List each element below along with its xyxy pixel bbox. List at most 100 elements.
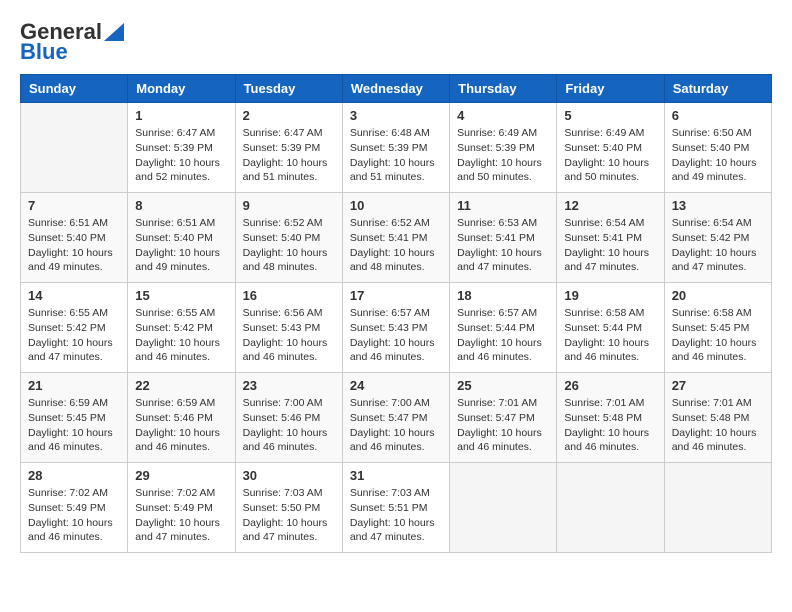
day-info: Sunrise: 6:55 AM Sunset: 5:42 PM Dayligh… [28, 306, 120, 365]
logo-text-blue: Blue [20, 40, 68, 64]
calendar-cell: 31Sunrise: 7:03 AM Sunset: 5:51 PM Dayli… [342, 463, 449, 553]
day-number: 1 [135, 108, 227, 123]
day-number: 22 [135, 378, 227, 393]
calendar-week-row: 1 Sunrise: 6:47 AM Sunset: 5:39 PM Daylig… [21, 103, 772, 193]
day-number: 12 [564, 198, 656, 213]
day-info: Sunrise: 6:56 AM Sunset: 5:43 PM Dayligh… [243, 306, 335, 365]
day-of-week-header: Thursday [450, 75, 557, 103]
day-info: Sunrise: 6:55 AM Sunset: 5:42 PM Dayligh… [135, 306, 227, 365]
calendar-cell: 29 Sunrise: 7:02 AM Sunset: 5:49 PM Dayli… [128, 463, 235, 553]
day-number: 17 [350, 288, 442, 303]
day-number: 14 [28, 288, 120, 303]
day-number: 25 [457, 378, 549, 393]
calendar-cell: 9 Sunrise: 6:52 AM Sunset: 5:40 PM Daylig… [235, 193, 342, 283]
day-number: 24 [350, 378, 442, 393]
day-number: 8 [135, 198, 227, 213]
day-info: Sunrise: 7:01 AM Sunset: 5:48 PM Dayligh… [672, 396, 764, 455]
calendar-table: SundayMondayTuesdayWednesdayThursdayFrid… [20, 74, 772, 553]
day-number: 5 [564, 108, 656, 123]
day-number: 19 [564, 288, 656, 303]
calendar-week-row: 14 Sunrise: 6:55 AM Sunset: 5:42 PM Dayli… [21, 283, 772, 373]
day-info: Sunrise: 6:49 AM Sunset: 5:40 PM Dayligh… [564, 126, 656, 185]
logo-icon [104, 19, 124, 41]
day-info: Sunrise: 6:51 AM Sunset: 5:40 PM Dayligh… [135, 216, 227, 275]
day-of-week-header: Saturday [664, 75, 771, 103]
calendar-cell: 20 Sunrise: 6:58 AM Sunset: 5:45 PM Dayli… [664, 283, 771, 373]
calendar-cell: 24 Sunrise: 7:00 AM Sunset: 5:47 PM Dayli… [342, 373, 449, 463]
calendar-cell: 19Sunrise: 6:58 AM Sunset: 5:44 PM Dayli… [557, 283, 664, 373]
day-info: Sunrise: 6:58 AM Sunset: 5:45 PM Dayligh… [672, 306, 764, 365]
day-info: Sunrise: 6:47 AM Sunset: 5:39 PM Dayligh… [135, 126, 227, 185]
calendar-cell: 7 Sunrise: 6:51 AM Sunset: 5:40 PM Daylig… [21, 193, 128, 283]
calendar-cell: 22Sunrise: 6:59 AM Sunset: 5:46 PM Dayli… [128, 373, 235, 463]
day-info: Sunrise: 6:53 AM Sunset: 5:41 PM Dayligh… [457, 216, 549, 275]
day-number: 18 [457, 288, 549, 303]
calendar-cell: 12 Sunrise: 6:54 AM Sunset: 5:41 PM Dayli… [557, 193, 664, 283]
day-number: 30 [243, 468, 335, 483]
day-number: 21 [28, 378, 120, 393]
day-number: 29 [135, 468, 227, 483]
day-info: Sunrise: 7:02 AM Sunset: 5:49 PM Dayligh… [135, 486, 227, 545]
day-number: 20 [672, 288, 764, 303]
day-info: Sunrise: 7:03 AM Sunset: 5:50 PM Dayligh… [243, 486, 335, 545]
day-number: 15 [135, 288, 227, 303]
day-number: 16 [243, 288, 335, 303]
day-number: 6 [672, 108, 764, 123]
day-number: 3 [350, 108, 442, 123]
day-number: 28 [28, 468, 120, 483]
day-number: 31 [350, 468, 442, 483]
calendar-cell: 25 Sunrise: 7:01 AM Sunset: 5:47 PM Dayli… [450, 373, 557, 463]
day-info: Sunrise: 7:00 AM Sunset: 5:46 PM Dayligh… [243, 396, 335, 455]
calendar-week-row: 7 Sunrise: 6:51 AM Sunset: 5:40 PM Daylig… [21, 193, 772, 283]
calendar-cell: 6 Sunrise: 6:50 AM Sunset: 5:40 PM Daylig… [664, 103, 771, 193]
day-of-week-header: Sunday [21, 75, 128, 103]
day-info: Sunrise: 6:51 AM Sunset: 5:40 PM Dayligh… [28, 216, 120, 275]
day-number: 7 [28, 198, 120, 213]
day-number: 9 [243, 198, 335, 213]
calendar-cell: 4 Sunrise: 6:49 AM Sunset: 5:39 PM Daylig… [450, 103, 557, 193]
day-info: Sunrise: 6:47 AM Sunset: 5:39 PM Dayligh… [243, 126, 335, 185]
day-info: Sunrise: 6:59 AM Sunset: 5:45 PM Dayligh… [28, 396, 120, 455]
day-number: 4 [457, 108, 549, 123]
calendar-cell: 13Sunrise: 6:54 AM Sunset: 5:42 PM Dayli… [664, 193, 771, 283]
day-number: 2 [243, 108, 335, 123]
calendar-cell: 16 Sunrise: 6:56 AM Sunset: 5:43 PM Dayli… [235, 283, 342, 373]
calendar-header-row: SundayMondayTuesdayWednesdayThursdayFrid… [21, 75, 772, 103]
calendar-cell [557, 463, 664, 553]
calendar-week-row: 28 Sunrise: 7:02 AM Sunset: 5:49 PM Dayli… [21, 463, 772, 553]
calendar-cell: 2 Sunrise: 6:47 AM Sunset: 5:39 PM Daylig… [235, 103, 342, 193]
day-info: Sunrise: 7:02 AM Sunset: 5:49 PM Dayligh… [28, 486, 120, 545]
day-info: Sunrise: 7:01 AM Sunset: 5:48 PM Dayligh… [564, 396, 656, 455]
day-info: Sunrise: 6:50 AM Sunset: 5:40 PM Dayligh… [672, 126, 764, 185]
day-number: 23 [243, 378, 335, 393]
calendar-cell: 26 Sunrise: 7:01 AM Sunset: 5:48 PM Dayli… [557, 373, 664, 463]
day-number: 13 [672, 198, 764, 213]
logo: General Blue [20, 20, 124, 64]
day-number: 27 [672, 378, 764, 393]
day-info: Sunrise: 6:49 AM Sunset: 5:39 PM Dayligh… [457, 126, 549, 185]
calendar-cell [450, 463, 557, 553]
calendar-cell: 28 Sunrise: 7:02 AM Sunset: 5:49 PM Dayli… [21, 463, 128, 553]
day-of-week-header: Friday [557, 75, 664, 103]
calendar-cell: 11Sunrise: 6:53 AM Sunset: 5:41 PM Dayli… [450, 193, 557, 283]
calendar-cell: 30 Sunrise: 7:03 AM Sunset: 5:50 PM Dayli… [235, 463, 342, 553]
calendar-week-row: 21 Sunrise: 6:59 AM Sunset: 5:45 PM Dayli… [21, 373, 772, 463]
day-of-week-header: Monday [128, 75, 235, 103]
day-info: Sunrise: 6:48 AM Sunset: 5:39 PM Dayligh… [350, 126, 442, 185]
calendar-cell [21, 103, 128, 193]
calendar-cell: 8 Sunrise: 6:51 AM Sunset: 5:40 PM Daylig… [128, 193, 235, 283]
day-number: 26 [564, 378, 656, 393]
calendar-cell: 3 Sunrise: 6:48 AM Sunset: 5:39 PM Daylig… [342, 103, 449, 193]
day-info: Sunrise: 6:52 AM Sunset: 5:40 PM Dayligh… [243, 216, 335, 275]
day-of-week-header: Wednesday [342, 75, 449, 103]
calendar-cell: 27 Sunrise: 7:01 AM Sunset: 5:48 PM Dayli… [664, 373, 771, 463]
day-info: Sunrise: 6:57 AM Sunset: 5:44 PM Dayligh… [457, 306, 549, 365]
day-info: Sunrise: 6:54 AM Sunset: 5:41 PM Dayligh… [564, 216, 656, 275]
day-info: Sunrise: 7:00 AM Sunset: 5:47 PM Dayligh… [350, 396, 442, 455]
day-info: Sunrise: 7:01 AM Sunset: 5:47 PM Dayligh… [457, 396, 549, 455]
calendar-cell: 10Sunrise: 6:52 AM Sunset: 5:41 PM Dayli… [342, 193, 449, 283]
day-info: Sunrise: 6:57 AM Sunset: 5:43 PM Dayligh… [350, 306, 442, 365]
day-info: Sunrise: 6:52 AM Sunset: 5:41 PM Dayligh… [350, 216, 442, 275]
calendar-cell: 15 Sunrise: 6:55 AM Sunset: 5:42 PM Dayli… [128, 283, 235, 373]
page-header: General Blue [20, 20, 772, 64]
